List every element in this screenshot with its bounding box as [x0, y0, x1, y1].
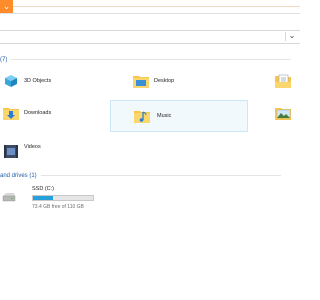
folder-3d-objects[interactable]: 3D Objects: [0, 68, 110, 96]
videos-folder-icon: [4, 145, 18, 158]
drive-name: SSD (C:): [32, 186, 54, 192]
title-divider: [13, 6, 300, 7]
drive-c[interactable]: SSD (C:) 73.4 GB free of 110 GB: [0, 184, 110, 224]
address-bar[interactable]: ⌄: [0, 30, 300, 44]
chevron-down-icon[interactable]: ⌄: [287, 31, 297, 41]
drives-group-label: and drives (1): [0, 173, 37, 179]
quick-access-icon[interactable]: ⌄: [0, 0, 13, 13]
title-bar: ⌄: [0, 0, 300, 14]
hard-drive-icon: [2, 193, 16, 202]
folder-pictures[interactable]: [272, 100, 300, 128]
folder-label: Desktop: [154, 78, 175, 84]
folders-group-label: (7): [0, 57, 8, 63]
folder-label: Downloads: [24, 110, 52, 116]
folder-label: Music: [157, 113, 172, 119]
3d-objects-folder-icon: [5, 75, 17, 87]
divider: [40, 174, 281, 176]
drive-usage-fill: [33, 196, 53, 200]
drives-group-header[interactable]: and drives (1): [0, 172, 281, 180]
divider: [11, 58, 292, 60]
drive-usage-bar: [32, 195, 94, 201]
folder-music[interactable]: Music: [110, 100, 248, 132]
folder-videos[interactable]: Videos: [0, 138, 110, 166]
folder-documents[interactable]: [272, 68, 300, 96]
pictures-folder-icon: [275, 108, 291, 120]
folder-label: Videos: [24, 144, 41, 150]
address-field[interactable]: [0, 32, 286, 41]
drive-free-space: 73.4 GB free of 110 GB: [32, 204, 84, 210]
music-folder-icon: [134, 111, 150, 123]
documents-folder-icon: [275, 74, 291, 88]
downloads-folder-icon: [3, 108, 19, 120]
folders-group-header[interactable]: (7): [0, 56, 292, 64]
desktop-folder-icon: [133, 76, 149, 88]
folder-downloads[interactable]: Downloads: [0, 100, 110, 128]
folder-label: 3D Objects: [24, 78, 52, 84]
folder-desktop[interactable]: Desktop: [130, 68, 246, 96]
